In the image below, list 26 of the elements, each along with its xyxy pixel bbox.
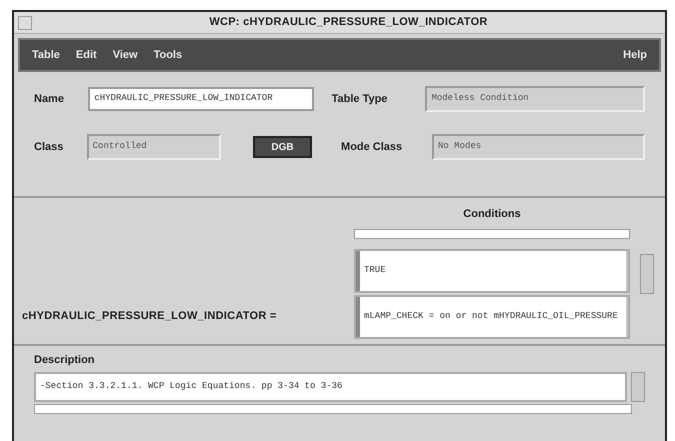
- name-field[interactable]: cHYDRAULIC_PRESSURE_LOW_INDICATOR: [88, 87, 314, 111]
- menu-item[interactable]: Table: [32, 46, 60, 64]
- description-field[interactable]: -Section 3.3.2.1.1. WCP Logic Equations. pp 3-34 to 3-36: [34, 372, 628, 402]
- horizontal-scrollbar[interactable]: [34, 404, 632, 414]
- dgb-button[interactable]: DGB: [252, 136, 312, 158]
- condition-cell[interactable]: TRUE: [356, 250, 626, 290]
- table-type-field: Modeless Condition: [425, 86, 645, 112]
- scrollbar[interactable]: [640, 254, 654, 294]
- mode-class-label: Mode Class: [341, 140, 404, 155]
- menu-item[interactable]: Edit: [76, 46, 97, 64]
- variable-label: cHYDRAULIC_PRESSURE_LOW_INDICATOR =: [22, 308, 277, 324]
- class-field: Controlled: [86, 134, 222, 160]
- description-label: Description: [34, 353, 96, 368]
- menu-item[interactable]: Tools: [154, 46, 182, 64]
- class-label: Class: [34, 140, 64, 155]
- condition-cell[interactable]: mLAMP_CHECK = on or not mHYDRAULIC_OIL_PRESSURE: [356, 296, 626, 336]
- window-title: WCP: cHYDRAULIC_PRESSURE_LOW_INDICATOR: [208, 15, 489, 30]
- mode-class-field: No Modes: [432, 134, 645, 160]
- menu-item[interactable]: View: [112, 46, 138, 64]
- table-type-label: Table Type: [332, 92, 388, 107]
- horizontal-scrollbar[interactable]: [354, 228, 630, 238]
- name-label: Name: [34, 92, 65, 107]
- scrollbar[interactable]: [631, 372, 645, 402]
- window-menu-icon[interactable]: [18, 16, 32, 30]
- conditions-heading: Conditions: [462, 207, 522, 222]
- menu-item[interactable]: Help: [623, 46, 647, 64]
